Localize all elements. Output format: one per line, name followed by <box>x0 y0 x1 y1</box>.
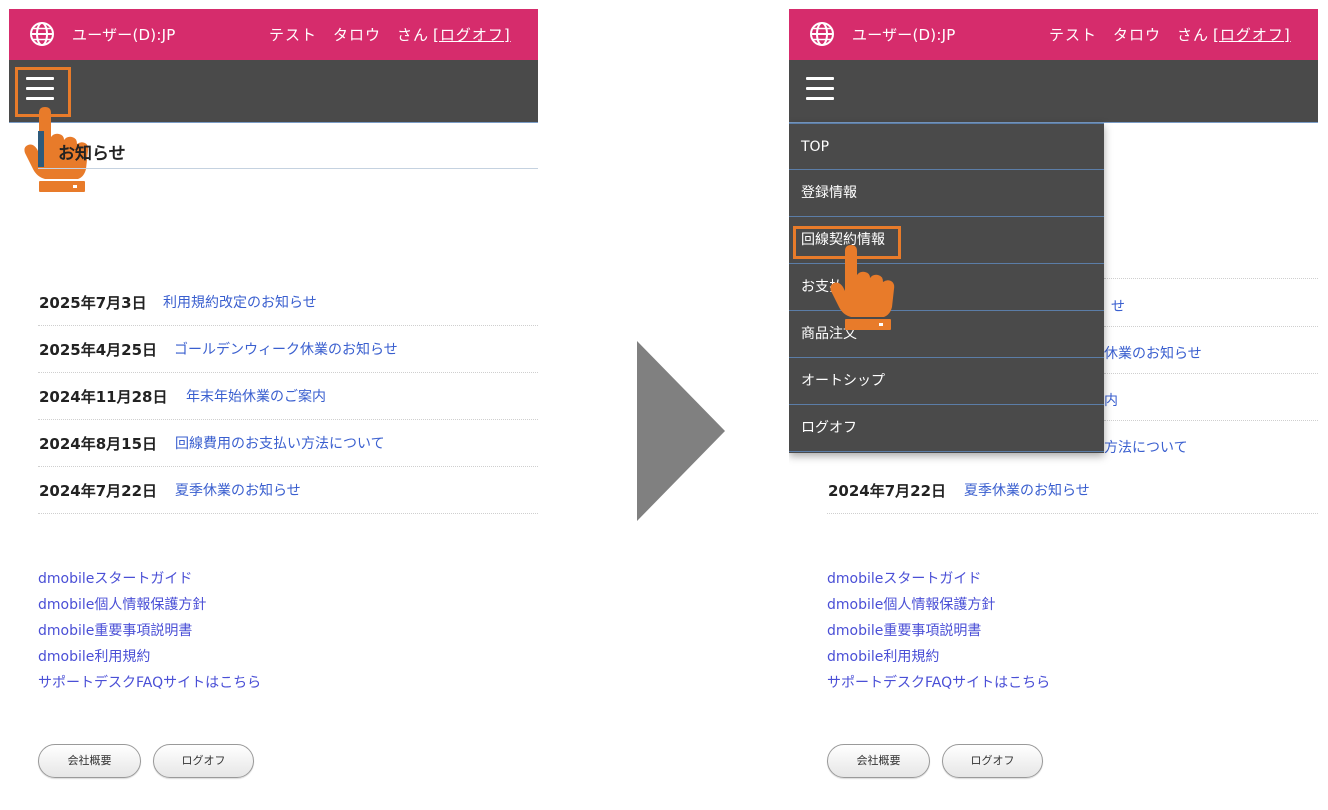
menu-item-logoff[interactable]: ログオフ <box>789 405 1104 452</box>
nav-bar <box>789 60 1318 123</box>
news-item: 2024年7月22日 夏季休業のお知らせ <box>827 467 1318 514</box>
header-bar: ユーザー(D):JP テスト タロウ さん [ログオフ] <box>9 9 538 60</box>
user-language-label: ユーザー(D):JP <box>852 26 956 44</box>
news-title-link[interactable]: 夏季休業のお知らせ <box>175 480 301 500</box>
next-step-arrow-icon <box>637 341 725 521</box>
footer-link[interactable]: dmobile個人情報保護方針 <box>38 592 261 618</box>
user-name: テスト タロウ さん <box>269 26 430 44</box>
section-accent-bar <box>38 131 44 167</box>
news-item: 2024年7月22日 夏季休業のお知らせ <box>38 467 538 514</box>
globe-icon[interactable] <box>29 21 55 47</box>
menu-item-registration[interactable]: 登録情報 <box>789 170 1104 217</box>
footer-link[interactable]: dmobile重要事項説明書 <box>38 618 261 644</box>
news-item: 2024年11月28日 年末年始休業のご案内 <box>38 373 538 420</box>
section-title-notice: お知らせ <box>38 131 538 169</box>
footer-link[interactable]: dmobile利用規約 <box>827 644 1050 670</box>
footer-link[interactable]: dmobile個人情報保護方針 <box>827 592 1050 618</box>
news-title-link[interactable]: 年末年始休業のご案内 <box>186 386 326 406</box>
news-title-link[interactable]: 利用規約改定のお知らせ <box>163 292 317 312</box>
logoff-button[interactable]: ログオフ <box>153 744 254 778</box>
news-title-link[interactable]: ゴールデンウィーク休業のお知らせ <box>174 339 398 359</box>
section-title-text: お知らせ <box>58 144 126 164</box>
news-item: 2024年8月15日 回線費用のお支払い方法について <box>38 420 538 467</box>
footer-link[interactable]: dmobileスタートガイド <box>38 566 261 592</box>
news-date: 2024年7月22日 <box>39 482 158 500</box>
news-date: 2025年7月3日 <box>39 294 147 312</box>
footer-link[interactable]: dmobile利用規約 <box>38 644 261 670</box>
news-item: 2025年4月25日 ゴールデンウィーク休業のお知らせ <box>38 326 538 373</box>
news-date: 2025年4月25日 <box>39 341 158 359</box>
user-name: テスト タロウ さん <box>1049 26 1210 44</box>
pointing-hand-icon <box>830 245 895 330</box>
footer-link[interactable]: サポートデスクFAQサイトはこちら <box>38 670 261 696</box>
news-title-fragment[interactable]: 内 <box>1104 390 1118 410</box>
news-title-link[interactable]: 夏季休業のお知らせ <box>964 480 1090 500</box>
footer-links: dmobileスタートガイド dmobile個人情報保護方針 dmobile重要… <box>827 566 1050 696</box>
logoff-link[interactable]: [ログオフ] <box>433 24 511 45</box>
company-info-button[interactable]: 会社概要 <box>38 744 141 778</box>
footer-links: dmobileスタートガイド dmobile個人情報保護方針 dmobile重要… <box>38 566 261 696</box>
user-language-label: ユーザー(D):JP <box>72 26 176 44</box>
logoff-link[interactable]: [ログオフ] <box>1213 24 1291 45</box>
news-title-link[interactable]: 回線費用のお支払い方法について <box>175 433 385 453</box>
news-title-fragment[interactable]: せ <box>1111 296 1125 316</box>
news-item: 2025年7月3日 利用規約改定のお知らせ <box>38 279 538 326</box>
logoff-button[interactable]: ログオフ <box>942 744 1043 778</box>
hamburger-menu-icon[interactable] <box>806 77 834 101</box>
footer-link[interactable]: dmobile重要事項説明書 <box>827 618 1050 644</box>
globe-icon[interactable] <box>809 21 835 47</box>
screen-before: ユーザー(D):JP テスト タロウ さん [ログオフ] お知らせ 2025年7… <box>9 9 538 810</box>
menu-item-top[interactable]: TOP <box>789 123 1104 170</box>
screen-after: ユーザー(D):JP テスト タロウ さん [ログオフ] せ 休業のお知らせ 内… <box>789 9 1318 810</box>
news-title-fragment[interactable]: 休業のお知らせ <box>1104 343 1202 363</box>
footer-link[interactable]: dmobileスタートガイド <box>827 566 1050 592</box>
footer-link[interactable]: サポートデスクFAQサイトはこちら <box>827 670 1050 696</box>
news-date: 2024年8月15日 <box>39 435 158 453</box>
news-date: 2024年7月22日 <box>828 482 947 500</box>
company-info-button[interactable]: 会社概要 <box>827 744 930 778</box>
header-bar: ユーザー(D):JP テスト タロウ さん [ログオフ] <box>789 9 1318 60</box>
news-title-fragment[interactable]: 方法について <box>1104 437 1188 457</box>
menu-item-autoship[interactable]: オートシップ <box>789 358 1104 405</box>
news-date: 2024年11月28日 <box>39 388 168 406</box>
